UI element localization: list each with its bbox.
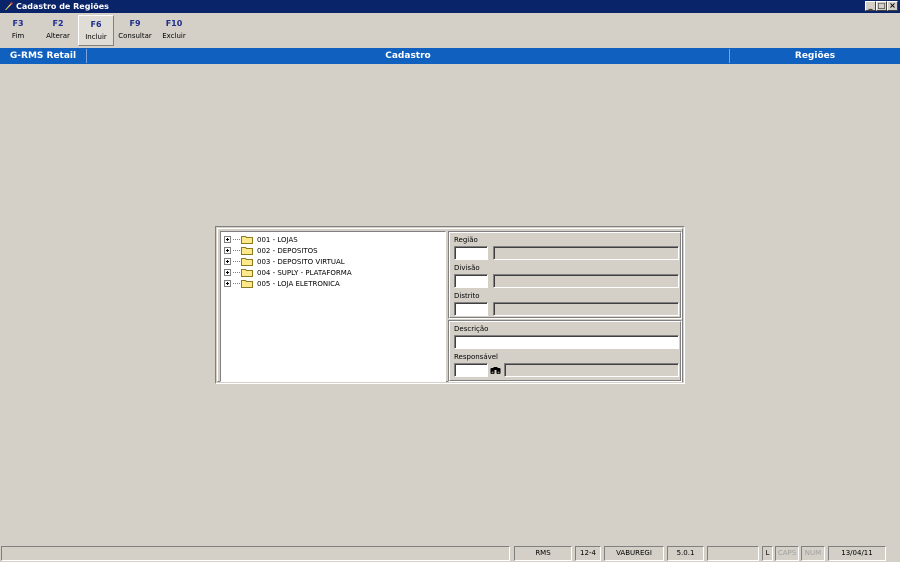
- distrito-name-field: [493, 302, 679, 316]
- folder-icon: [241, 280, 253, 288]
- hierarchy-group: Região Divisão Distrito: [448, 231, 682, 319]
- search-icon[interactable]: [488, 363, 502, 377]
- product-name: G-RMS Retail: [9, 51, 77, 61]
- excluir-button[interactable]: F10 Excluir: [158, 19, 190, 46]
- expand-icon[interactable]: [224, 247, 231, 254]
- regiao-code-field[interactable]: [454, 246, 488, 260]
- tree-item[interactable]: 004 - SUPLY - PLATAFORMA: [224, 267, 352, 278]
- fim-key: F3: [12, 19, 24, 28]
- divisao-name-field: [493, 274, 679, 288]
- tree-connector: [233, 250, 240, 251]
- folder-icon: [241, 258, 253, 266]
- status-num: NUM: [801, 546, 825, 561]
- window-title-bar: Cadastro de Regiões _ □ ×: [0, 0, 900, 13]
- status-bar: RMS 12-4 VABUREGI 5.0.1 L CAPS NUM 13/04…: [0, 545, 900, 562]
- tree-connector: [233, 239, 240, 240]
- expand-icon[interactable]: [224, 269, 231, 276]
- tree-item-label: 005 - LOJA ELETRONICA: [257, 279, 340, 288]
- tree-item[interactable]: 001 - LOJAS: [224, 234, 298, 245]
- descricao-field[interactable]: [454, 335, 679, 349]
- regiao-label: Região: [454, 236, 478, 244]
- consultar-key: F9: [129, 19, 141, 28]
- folder-icon: [241, 236, 253, 244]
- function-toolbar: F3 Fim F2 Alterar F6 Incluir F9 Consulta…: [0, 14, 900, 46]
- fim-button[interactable]: F3 Fim: [6, 19, 30, 46]
- regions-tree[interactable]: 001 - LOJAS 002 - DEPOSITOS 003 - DEPOSI…: [220, 231, 446, 382]
- descricao-label: Descrição: [454, 325, 489, 333]
- tree-connector: [233, 283, 240, 284]
- status-code: 12-4: [575, 546, 601, 561]
- app-icon: [3, 2, 13, 12]
- window-title: Cadastro de Regiões: [16, 2, 109, 11]
- details-group: Descrição Responsável: [448, 320, 682, 382]
- entity-name: Regiões: [794, 51, 836, 61]
- status-program: VABUREGI: [604, 546, 664, 561]
- status-l: L: [762, 546, 773, 561]
- divisao-label: Divisão: [454, 264, 480, 272]
- distrito-code-field[interactable]: [454, 302, 488, 316]
- incluir-label: Incluir: [85, 33, 107, 41]
- tree-connector: [233, 261, 240, 262]
- status-date: 13/04/11: [828, 546, 886, 561]
- tree-item-label: 004 - SUPLY - PLATAFORMA: [257, 268, 352, 277]
- alterar-button[interactable]: F2 Alterar: [42, 19, 74, 46]
- restore-button[interactable]: □: [876, 1, 887, 11]
- incluir-button[interactable]: F6 Incluir: [78, 15, 114, 46]
- incluir-key: F6: [90, 20, 102, 29]
- alterar-key: F2: [52, 19, 64, 28]
- tree-item[interactable]: 003 - DEPOSITO VIRTUAL: [224, 256, 345, 267]
- tree-connector: [233, 272, 240, 273]
- consultar-button[interactable]: F9 Consultar: [116, 19, 154, 46]
- excluir-key: F10: [165, 19, 183, 28]
- tree-item[interactable]: 005 - LOJA ELETRONICA: [224, 278, 340, 289]
- divisao-code-field[interactable]: [454, 274, 488, 288]
- expand-icon[interactable]: [224, 280, 231, 287]
- tree-item[interactable]: 002 - DEPOSITOS: [224, 245, 318, 256]
- minimize-button[interactable]: _: [865, 1, 876, 11]
- status-caps: CAPS: [775, 546, 799, 561]
- status-empty: [707, 546, 759, 561]
- excluir-label: Excluir: [162, 32, 186, 40]
- alterar-label: Alterar: [46, 32, 70, 40]
- folder-icon: [241, 247, 253, 255]
- regiao-name-field: [493, 246, 679, 260]
- fim-label: Fim: [11, 32, 25, 40]
- screen-name: Cadastro: [385, 51, 431, 61]
- module-header: G-RMS Retail Cadastro Regiões: [0, 48, 900, 64]
- hierarchy-group-inner: Região Divisão Distrito: [449, 232, 681, 318]
- folder-icon: [241, 269, 253, 277]
- status-app: RMS: [514, 546, 572, 561]
- status-version: 5.0.1: [667, 546, 704, 561]
- tree-item-label: 002 - DEPOSITOS: [257, 246, 318, 255]
- details-group-inner: Descrição Responsável: [449, 321, 681, 381]
- regions-panel: 001 - LOJAS 002 - DEPOSITOS 003 - DEPOSI…: [215, 226, 685, 384]
- expand-icon[interactable]: [224, 258, 231, 265]
- regions-panel-inner: 001 - LOJAS 002 - DEPOSITOS 003 - DEPOSI…: [217, 228, 683, 382]
- status-message: [1, 546, 510, 561]
- expand-icon[interactable]: [224, 236, 231, 243]
- responsavel-name-field: [504, 363, 679, 377]
- tree-item-label: 003 - DEPOSITO VIRTUAL: [257, 257, 345, 266]
- consultar-label: Consultar: [118, 32, 152, 40]
- distrito-label: Distrito: [454, 292, 480, 300]
- tree-item-label: 001 - LOJAS: [257, 235, 298, 244]
- responsavel-label: Responsável: [454, 353, 498, 361]
- responsavel-code-field[interactable]: [454, 363, 488, 377]
- close-button[interactable]: ×: [887, 1, 898, 11]
